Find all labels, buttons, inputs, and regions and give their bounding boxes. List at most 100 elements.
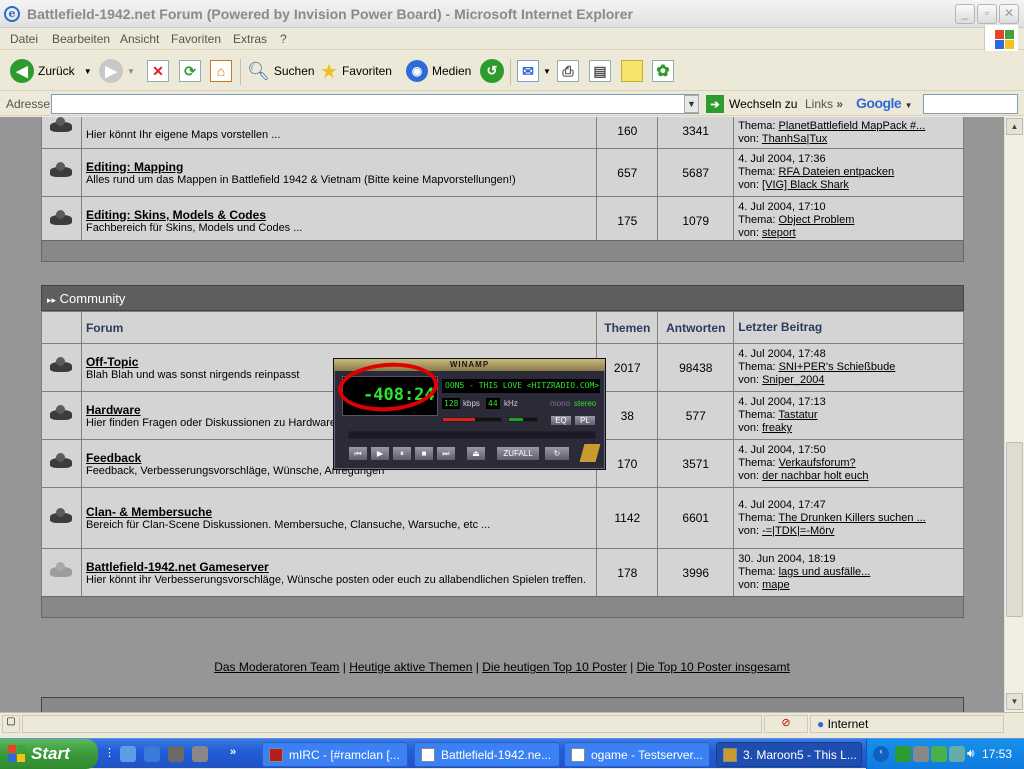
title-bar[interactable]: e Battlefield-1942.net Forum (Powered by… [0,0,1024,28]
last-author-link[interactable]: mape [762,579,790,591]
refresh-button[interactable]: ⟳ [179,56,205,86]
clock[interactable]: 17:53 [982,747,1012,761]
play-icon[interactable]: ▶ [370,446,390,461]
tray-collapse-icon[interactable]: ‹ [873,746,889,762]
popup-blocker-icon[interactable]: ⊘ [764,715,808,733]
task-battlefield[interactable]: Battlefield-1942.ne... [414,742,560,767]
prev-track-icon[interactable]: ⏮ [348,446,368,461]
eq-button[interactable]: EQ [550,415,572,426]
back-button[interactable]: ◀ Zurück ▼ [10,56,92,86]
tray-users-icon[interactable] [931,746,947,762]
favorites-button[interactable]: ★ Favoriten [320,56,392,86]
address-dropdown-icon[interactable]: ▼ [684,95,699,113]
last-topic-link[interactable]: SNI+PER's Schießbude [779,361,896,373]
quicklaunch-explorer-icon[interactable] [144,746,160,762]
last-topic-link[interactable]: Verkaufsforum? [779,457,856,469]
menu-datei[interactable]: Datei [10,32,38,46]
last-author-link[interactable]: freaky [762,422,792,434]
close-button[interactable]: ✕ [999,4,1019,24]
category-header-community[interactable]: ▸▸ Community [41,285,964,311]
last-topic-link[interactable]: lags und ausfälle... [779,566,871,578]
start-button[interactable]: Start [0,739,98,769]
print-button[interactable]: ⎙ [557,56,583,86]
last-topic-link[interactable]: Object Problem [779,214,855,226]
pause-icon[interactable]: ⏸ [392,446,412,461]
last-topic-link[interactable]: PlanetBattlefield MapPack #... [779,120,926,132]
seek-bar[interactable] [348,431,596,439]
last-topic-link[interactable]: Tastatur [778,409,817,421]
last-author-link[interactable]: ThanhSa|Tux [762,133,827,145]
shuffle-button[interactable]: ZUFALL [496,446,540,461]
stop-icon[interactable]: ■ [414,446,434,461]
discuss-button[interactable] [621,56,647,86]
quicklaunch-tool-icon[interactable] [192,746,208,762]
google-toolbar-logo[interactable]: Google ▼ [856,95,913,111]
last-topic-link[interactable]: RFA Dateien entpacken [779,166,895,178]
last-author-link[interactable]: Sniper_2004 [762,374,824,386]
eject-icon[interactable]: ⏏ [466,446,486,461]
vertical-scrollbar[interactable]: ▲ ▼ [1004,117,1024,712]
quicklaunch-app-icon[interactable] [168,746,184,762]
forward-button[interactable]: ▶ ▼ [99,56,135,86]
scroll-thumb[interactable] [1006,442,1023,617]
maximize-button[interactable]: ▫ [977,4,997,24]
menu-favoriten[interactable]: Favoriten [171,32,221,46]
volume-slider[interactable] [442,417,502,422]
links-button[interactable]: Links » [805,97,843,111]
last-author-link[interactable]: steport [762,227,796,239]
forum-link[interactable]: Clan- & Membersuche [86,505,592,519]
address-input[interactable] [51,94,699,114]
winamp-lightning-icon[interactable] [579,444,601,462]
forward-dropdown-icon[interactable]: ▼ [127,67,135,76]
minimize-button[interactable]: _ [955,4,975,24]
menu-extras[interactable]: Extras [233,32,267,46]
last-author-link[interactable]: -=|TDK|=-Mörv [762,525,834,537]
history-button[interactable]: ↺ [480,56,508,86]
scroll-down-icon[interactable]: ▼ [1006,693,1023,710]
home-button[interactable]: ⌂ [210,56,236,86]
media-button[interactable]: ◉ Medien [406,56,471,86]
active-topics-link[interactable]: Heutige aktive Themen [349,660,472,674]
table-row[interactable]: Battlefield-1942.net Gameserver Hier könn… [41,548,964,597]
next-track-icon[interactable]: ⏭ [436,446,456,461]
winamp-player[interactable]: WINAMP -408:24 OON5 - THIS LOVE <HITZRAD… [333,358,606,470]
table-row[interactable]: Editing: Mapping Alles rund um das Mappen… [41,148,964,197]
top10-today-link[interactable]: Die heutigen Top 10 Poster [482,660,627,674]
menu-help[interactable]: ? [280,32,287,46]
task-ogame[interactable]: ogame - Testserver... [564,742,710,767]
table-row[interactable]: Clan- & Membersuche Bereich für Clan-Scen… [41,487,964,549]
last-topic-link[interactable]: The Drunken Killers suchen ... [778,512,925,524]
quicklaunch-ie-icon[interactable] [120,746,136,762]
menu-ansicht[interactable]: Ansicht [120,32,159,46]
stop-button[interactable]: ✕ [147,56,173,86]
top10-overall-link[interactable]: Die Top 10 Poster insgesamt [637,660,790,674]
google-dropdown-icon[interactable]: ▼ [905,101,913,110]
playlist-button[interactable]: PL [574,415,596,426]
tray-network-icon[interactable] [895,746,911,762]
forum-link[interactable]: Editing: Mapping [86,160,592,174]
mail-dropdown-icon[interactable]: ▼ [543,67,551,76]
icq-button[interactable]: ✿ [652,56,678,86]
balance-slider[interactable] [508,417,538,422]
scroll-up-icon[interactable]: ▲ [1006,118,1023,135]
google-search-input[interactable] [923,94,1018,114]
task-mirc[interactable]: mIRC - [#ramclan [... [262,742,408,767]
quicklaunch-more-icon[interactable]: » [230,746,246,762]
table-row[interactable]: Hier könnt Ihr eigene Maps vorstellen ..… [41,117,964,149]
menu-bearbeiten[interactable]: Bearbeiten [52,32,110,46]
moderators-link[interactable]: Das Moderatoren Team [214,660,339,674]
forum-link[interactable]: Battlefield-1942.net Gameserver [86,560,592,574]
edit-button[interactable]: ▤ [589,56,615,86]
repeat-icon[interactable]: ↻ [544,446,570,461]
tray-app-icon[interactable] [913,746,929,762]
tray-device-icon[interactable] [949,746,965,762]
task-winamp[interactable]: 3. Maroon5 - This L... [716,742,862,767]
go-button[interactable]: ➔ Wechseln zu [706,95,797,113]
back-dropdown-icon[interactable]: ▼ [84,67,92,76]
search-button[interactable]: 🔍︎ Suchen [247,56,315,86]
tray-volume-icon[interactable]: 🔊︎ [967,746,983,762]
last-author-link[interactable]: [VIG] Black Shark [762,179,849,191]
mail-button[interactable]: ✉ ▼ [517,56,551,86]
forum-link[interactable]: Editing: Skins, Models & Codes [86,208,592,222]
table-row[interactable]: Editing: Skins, Models & Codes Fachbereic… [41,196,964,245]
